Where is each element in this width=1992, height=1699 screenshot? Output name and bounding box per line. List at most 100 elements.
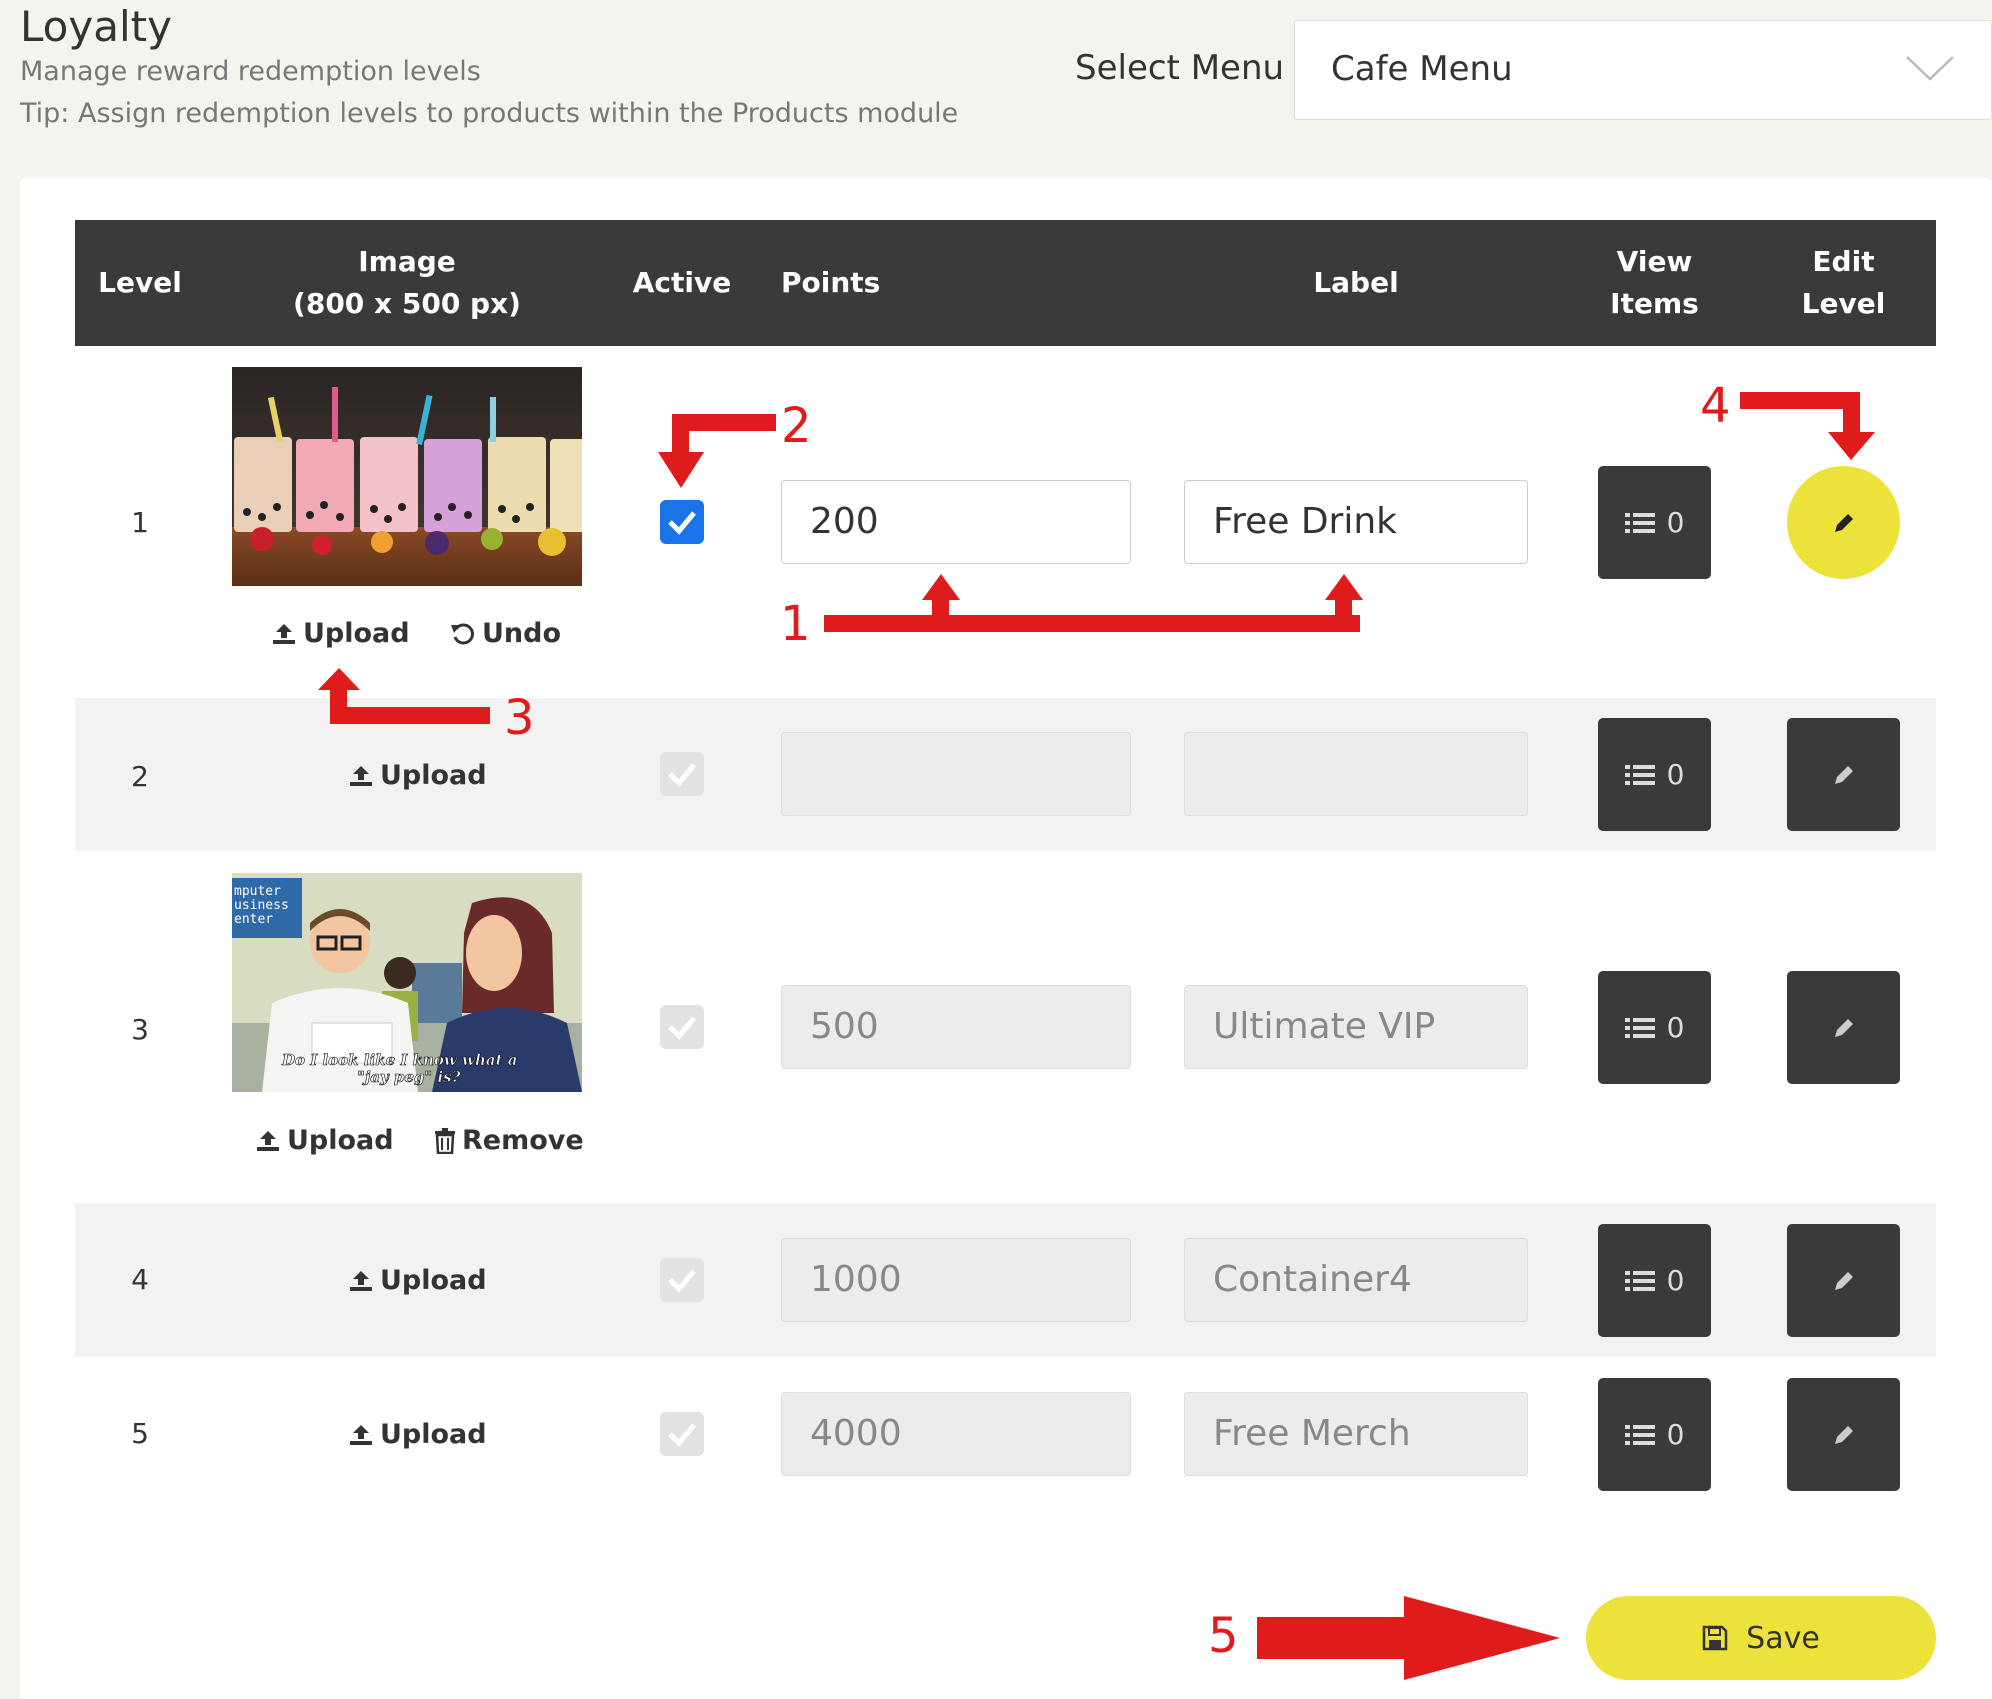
edit-level-button[interactable] <box>1787 971 1900 1084</box>
checkmark-icon <box>668 1269 696 1293</box>
points-input[interactable]: 4000 <box>781 1392 1131 1476</box>
pencil-icon <box>1834 1271 1853 1290</box>
annotation-number-3: 3 <box>504 690 535 746</box>
trash-icon <box>435 1127 455 1154</box>
active-checkbox[interactable] <box>660 1005 704 1049</box>
table-header: Level Image (800 x 500 px) Active Points … <box>75 220 1936 346</box>
table-row: 3 mputer usiness enter Do I look like I … <box>75 851 1936 1203</box>
upload-label: Upload <box>380 760 487 791</box>
page-title: Loyalty <box>20 2 172 51</box>
active-checkbox[interactable] <box>660 500 704 544</box>
label-input[interactable]: Ultimate VIP <box>1184 985 1528 1069</box>
column-header-edit-level: Edit Level <box>1801 245 1886 320</box>
active-checkbox[interactable] <box>660 1258 704 1302</box>
upload-icon <box>350 1424 372 1445</box>
menu-select-dropdown[interactable]: Cafe Menu <box>1294 20 1992 120</box>
upload-icon <box>257 1130 279 1151</box>
pencil-icon <box>1834 1018 1853 1037</box>
page-subtitle: Manage reward redemption levels <box>20 56 481 87</box>
upload-button[interactable]: Upload <box>271 618 410 649</box>
item-count: 0 <box>1666 1011 1685 1044</box>
item-count: 0 <box>1666 758 1685 791</box>
upload-icon <box>350 1270 372 1291</box>
points-input[interactable]: 200 <box>781 480 1131 564</box>
level-image-cartoon: mputer usiness enter Do I look like I kn… <box>232 873 582 1092</box>
upload-button[interactable]: Upload <box>348 1265 487 1296</box>
save-icon <box>1702 1625 1728 1651</box>
list-icon <box>1624 1017 1655 1038</box>
upload-button[interactable]: Upload <box>348 1419 487 1450</box>
edit-level-button[interactable] <box>1787 1224 1900 1337</box>
image-sign-line1: mputer <box>234 884 281 899</box>
label-input[interactable]: Free Merch <box>1184 1392 1528 1476</box>
upload-label: Upload <box>380 1265 487 1296</box>
edit-level-button[interactable] <box>1787 718 1900 831</box>
image-caption-line2: "jay peg" is? <box>357 1068 461 1086</box>
undo-label: Undo <box>482 618 562 649</box>
edit-level-button[interactable] <box>1787 1378 1900 1491</box>
view-items-button[interactable]: 0 <box>1598 1378 1711 1491</box>
save-button[interactable]: Save <box>1586 1596 1936 1680</box>
label-input[interactable]: Container4 <box>1184 1238 1528 1322</box>
level-number: 1 <box>131 506 149 539</box>
level-number: 2 <box>131 760 149 793</box>
pencil-icon <box>1834 765 1853 784</box>
annotation-number-2: 2 <box>781 398 812 454</box>
checkmark-icon <box>668 511 696 535</box>
points-input[interactable]: 500 <box>781 985 1131 1069</box>
column-header-points: Points <box>781 266 881 299</box>
label-input[interactable] <box>1184 732 1528 816</box>
upload-button[interactable]: Upload <box>348 760 487 791</box>
edit-level-button[interactable] <box>1787 466 1900 579</box>
list-icon <box>1624 1270 1655 1291</box>
active-checkbox[interactable] <box>660 1412 704 1456</box>
item-count: 0 <box>1666 506 1685 539</box>
undo-button[interactable]: Undo <box>450 618 561 649</box>
image-sign-line3: enter <box>234 912 273 927</box>
list-icon <box>1624 512 1655 533</box>
menu-select-value: Cafe Menu <box>1331 49 1513 89</box>
level-number: 4 <box>131 1263 149 1296</box>
upload-button[interactable]: Upload <box>255 1125 394 1156</box>
undo-icon <box>451 623 474 644</box>
annotation-number-5: 5 <box>1208 1608 1239 1664</box>
page-tip: Tip: Assign redemption levels to product… <box>20 98 959 129</box>
list-icon <box>1624 764 1655 785</box>
level-image-bubble-tea <box>232 367 582 586</box>
view-items-button[interactable]: 0 <box>1598 971 1711 1084</box>
active-checkbox[interactable] <box>660 752 704 796</box>
table-row: 4 Upload 1000 Container4 0 <box>75 1203 1936 1357</box>
checkmark-icon <box>668 763 696 787</box>
table-row: 5 Upload 4000 Free Merch 0 <box>75 1357 1936 1511</box>
chevron-down-icon <box>1906 56 1954 81</box>
view-items-button[interactable]: 0 <box>1598 466 1711 579</box>
item-count: 0 <box>1666 1418 1685 1451</box>
image-sign-line2: usiness <box>234 898 289 913</box>
remove-label: Remove <box>462 1125 584 1156</box>
image-caption-line1: Do I look like I know what a <box>281 1051 517 1069</box>
column-header-level: Level <box>98 266 182 299</box>
label-input[interactable]: Free Drink <box>1184 480 1528 564</box>
column-header-active: Active <box>632 266 732 299</box>
table-row: 2 Upload 0 <box>75 698 1936 851</box>
column-header-view-items: View Items <box>1610 245 1699 320</box>
points-input[interactable] <box>781 732 1131 816</box>
remove-button[interactable]: Remove <box>434 1125 584 1156</box>
annotation-number-1: 1 <box>780 596 811 652</box>
view-items-button[interactable]: 0 <box>1598 1224 1711 1337</box>
save-label: Save <box>1746 1620 1820 1656</box>
points-input[interactable]: 1000 <box>781 1238 1131 1322</box>
column-header-image: Image (800 x 500 px) <box>293 245 521 320</box>
level-number: 3 <box>131 1013 149 1046</box>
list-icon <box>1624 1424 1655 1445</box>
select-menu-label: Select Menu <box>1075 48 1285 88</box>
upload-label: Upload <box>287 1125 394 1156</box>
column-header-label: Label <box>1313 266 1399 299</box>
pencil-icon <box>1834 513 1853 532</box>
level-number: 5 <box>131 1417 149 1450</box>
checkmark-icon <box>668 1016 696 1040</box>
upload-label: Upload <box>380 1419 487 1450</box>
view-items-button[interactable]: 0 <box>1598 718 1711 831</box>
table-row: 1 Upload Undo 200 Free Drink 0 <box>75 346 1936 698</box>
item-count: 0 <box>1666 1264 1685 1297</box>
